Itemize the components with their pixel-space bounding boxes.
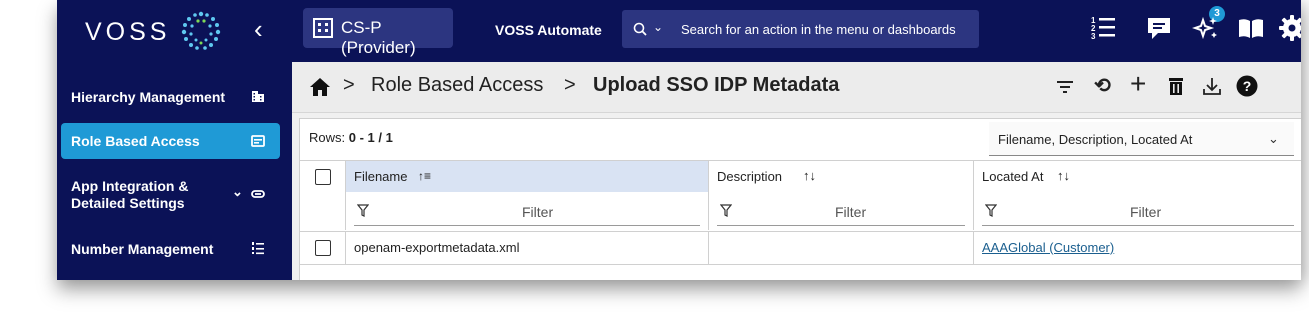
select-all-checkbox[interactable] bbox=[315, 169, 331, 185]
search-bar[interactable]: ⌄ Search for an action in the menu or da… bbox=[622, 10, 979, 48]
breadcrumb-separator: > bbox=[564, 74, 576, 96]
filter-input[interactable]: Filter bbox=[1130, 204, 1161, 220]
sidebar-item-label: Hierarchy Management bbox=[71, 89, 226, 105]
logo-area: VOSS ‹ bbox=[57, 0, 292, 62]
home-icon[interactable] bbox=[309, 77, 331, 97]
filter-located-at[interactable]: Filter bbox=[974, 192, 1301, 230]
filter-lines-icon[interactable] bbox=[1056, 79, 1074, 95]
funnel-icon bbox=[357, 204, 369, 217]
book-icon[interactable] bbox=[1237, 14, 1265, 42]
row-count: Rows: 0 - 1 / 1 bbox=[309, 130, 393, 145]
funnel-icon bbox=[720, 204, 732, 217]
app-window: VOSS ‹ Hierarchy Management Role Based A… bbox=[57, 0, 1301, 280]
sidebar-item-app-integration[interactable]: App Integration & Detailed Settings ⌄ bbox=[57, 172, 292, 216]
breadcrumb-role-based-access[interactable]: Role Based Access bbox=[371, 74, 543, 97]
breadcrumb-separator: > bbox=[343, 74, 355, 96]
product-name: VOSS Automate bbox=[495, 22, 602, 38]
filter-underline bbox=[982, 225, 1294, 226]
rows-value: 0 - 1 / 1 bbox=[348, 130, 393, 145]
column-header-filename[interactable]: Filename ↑≡ bbox=[346, 160, 709, 192]
svg-text:?: ? bbox=[1243, 78, 1252, 94]
filter-input[interactable]: Filter bbox=[835, 204, 866, 220]
column-header-located-at[interactable]: Located At ↑↓ bbox=[974, 160, 1301, 192]
tenant-selector[interactable]: CS-P (Provider) bbox=[303, 8, 453, 57]
located-at-link[interactable]: AAAGlobal (Customer) bbox=[982, 240, 1114, 255]
collapse-sidebar-icon[interactable]: ‹ bbox=[254, 14, 263, 45]
rows-label: Rows: bbox=[309, 130, 346, 145]
sort-icon[interactable]: ↑↓ bbox=[1057, 168, 1070, 183]
sidebar: VOSS ‹ Hierarchy Management Role Based A… bbox=[57, 0, 292, 280]
table-cell-description[interactable] bbox=[709, 231, 974, 265]
chat-icon[interactable] bbox=[1145, 14, 1173, 42]
filter-filename[interactable]: Filter bbox=[346, 192, 709, 230]
tenant-label: CS-P (Provider) bbox=[341, 18, 416, 57]
filename-value: openam-exportmetadata.xml bbox=[354, 240, 520, 255]
voss-logo-icon bbox=[181, 11, 221, 50]
column-selector[interactable]: Filename, Description, Located At ⌄ bbox=[989, 122, 1294, 156]
numbered-list-icon[interactable]: 1 2 3 bbox=[1089, 14, 1117, 42]
help-icon[interactable]: ? bbox=[1236, 75, 1258, 97]
gear-icon[interactable] bbox=[1278, 14, 1301, 42]
building-icon bbox=[252, 91, 264, 102]
download-icon[interactable] bbox=[1202, 76, 1222, 96]
link-icon bbox=[251, 190, 265, 198]
logo-text: VOSS bbox=[85, 18, 171, 46]
column-selector-value: Filename, Description, Located At bbox=[998, 132, 1193, 147]
refresh-icon[interactable]: ⟲ bbox=[1094, 73, 1111, 98]
top-bar: CS-P (Provider) VOSS Automate ⌄ Search f… bbox=[292, 0, 1301, 62]
funnel-icon bbox=[985, 204, 997, 217]
filter-underline bbox=[717, 225, 965, 226]
sidebar-item-label: Role Based Access bbox=[71, 133, 200, 149]
column-header-label: Description bbox=[717, 169, 783, 184]
filter-description[interactable]: Filter bbox=[709, 192, 974, 230]
filter-input[interactable]: Filter bbox=[522, 204, 553, 220]
numbered-list-icon bbox=[252, 242, 264, 255]
search-input[interactable]: Search for an action in the menu or dash… bbox=[681, 22, 956, 37]
row-checkbox[interactable] bbox=[315, 240, 331, 256]
sparkle-ai-icon[interactable] bbox=[1192, 14, 1220, 42]
chevron-down-icon[interactable]: ⌄ bbox=[1268, 131, 1279, 147]
row-select-cell bbox=[300, 231, 346, 265]
organization-icon bbox=[313, 18, 333, 38]
filter-spacer bbox=[300, 192, 346, 230]
sidebar-item-label: Number Management bbox=[71, 241, 214, 257]
sidebar-item-hierarchy-management[interactable]: Hierarchy Management bbox=[57, 76, 292, 116]
column-header-label: Filename bbox=[354, 169, 408, 184]
table-cell-located-at: AAAGlobal (Customer) bbox=[974, 231, 1301, 265]
add-icon[interactable]: + bbox=[1130, 68, 1146, 100]
page-title: Upload SSO IDP Metadata bbox=[593, 74, 840, 96]
sidebar-item-role-based-access[interactable]: Role Based Access bbox=[61, 123, 280, 159]
chevron-down-icon[interactable]: ⌄ bbox=[232, 184, 243, 200]
sort-icon[interactable]: ↑↓ bbox=[803, 168, 816, 183]
breadcrumb-bar: > Role Based Access > Upload SSO IDP Met… bbox=[292, 62, 1301, 113]
column-header-label: Located At bbox=[982, 169, 1044, 184]
data-grid: Rows: 0 - 1 / 1 Filename, Description, L… bbox=[299, 118, 1301, 280]
delete-icon[interactable] bbox=[1168, 76, 1184, 96]
sidebar-item-number-management[interactable]: Number Management bbox=[57, 229, 292, 269]
column-header-description[interactable]: Description ↑↓ bbox=[709, 160, 974, 192]
select-all-cell bbox=[300, 160, 346, 192]
search-options-chevron-icon[interactable]: ⌄ bbox=[653, 20, 663, 34]
svg-text:3: 3 bbox=[1091, 32, 1096, 41]
table-cell-filename[interactable]: openam-exportmetadata.xml bbox=[346, 231, 709, 265]
sidebar-item-label: App Integration & Detailed Settings bbox=[71, 178, 189, 211]
search-icon bbox=[633, 22, 647, 36]
filter-underline bbox=[354, 225, 700, 226]
sort-ascending-icon[interactable]: ↑≡ bbox=[418, 169, 431, 183]
id-card-icon bbox=[251, 135, 265, 147]
